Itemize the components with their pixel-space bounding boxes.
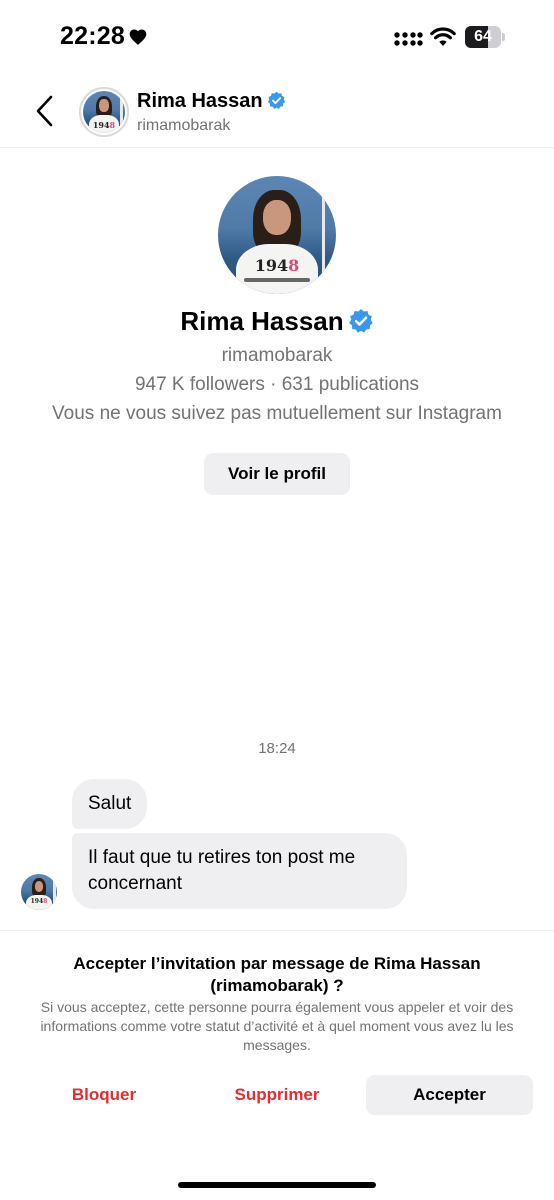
wifi-icon: [430, 27, 456, 46]
profile-handle: rimamobarak: [221, 345, 333, 366]
profile-name: Rima Hassan: [0, 306, 554, 337]
message-timestamp: 18:24: [258, 740, 296, 757]
back-chevron-icon[interactable]: [32, 94, 58, 128]
header-handle: rimamobarak: [137, 117, 231, 134]
invitation-title: Accepter l’invitation par message de Rim…: [73, 954, 481, 995]
battery-level: 64: [474, 28, 492, 45]
status-bar: 22:28 64: [0, 0, 554, 76]
conversation-header: 1948 Rima Hassan rimamobarak: [0, 76, 554, 148]
view-profile-button[interactable]: Voir le profil: [204, 453, 350, 495]
header-name[interactable]: Rima Hassan: [137, 90, 286, 113]
avatar-image: 1948: [218, 176, 336, 294]
header-avatar[interactable]: 1948: [79, 87, 129, 137]
verified-badge-icon: [348, 309, 373, 333]
mutual-follow-note: Vous ne vous suivez pas mutuellement sur…: [52, 403, 502, 424]
invitation-description: Si vous acceptez, cette personne pourra …: [40, 999, 514, 1053]
battery-body: 64: [465, 26, 501, 48]
accept-button[interactable]: Accepter: [366, 1075, 533, 1115]
message-request-panel: Accepter l’invitation par message de Rim…: [0, 930, 554, 1200]
message-bubble[interactable]: Il faut que tu retires ton post me conce…: [72, 833, 407, 909]
battery-tip: [502, 33, 505, 41]
verified-badge-icon: [267, 91, 285, 109]
profile-avatar[interactable]: 1948: [218, 176, 336, 294]
avatar-image: 1948: [83, 91, 125, 133]
message-bubble[interactable]: Salut: [72, 779, 148, 829]
heart-icon: [129, 29, 147, 45]
cellular-signal-icon: [394, 32, 423, 46]
delete-button[interactable]: Supprimer: [197, 1075, 357, 1115]
home-indicator[interactable]: [178, 1182, 376, 1188]
sender-avatar[interactable]: 1948: [21, 874, 57, 910]
status-time: 22:28: [60, 22, 125, 50]
profile-stats: 947 K followers · 631 publications: [134, 374, 420, 395]
avatar-image: 1948: [21, 874, 57, 910]
header-name-text: Rima Hassan: [137, 90, 263, 112]
profile-name-text: Rima Hassan: [180, 306, 344, 336]
block-button[interactable]: Bloquer: [24, 1075, 184, 1115]
battery-icon: 64: [465, 26, 505, 48]
